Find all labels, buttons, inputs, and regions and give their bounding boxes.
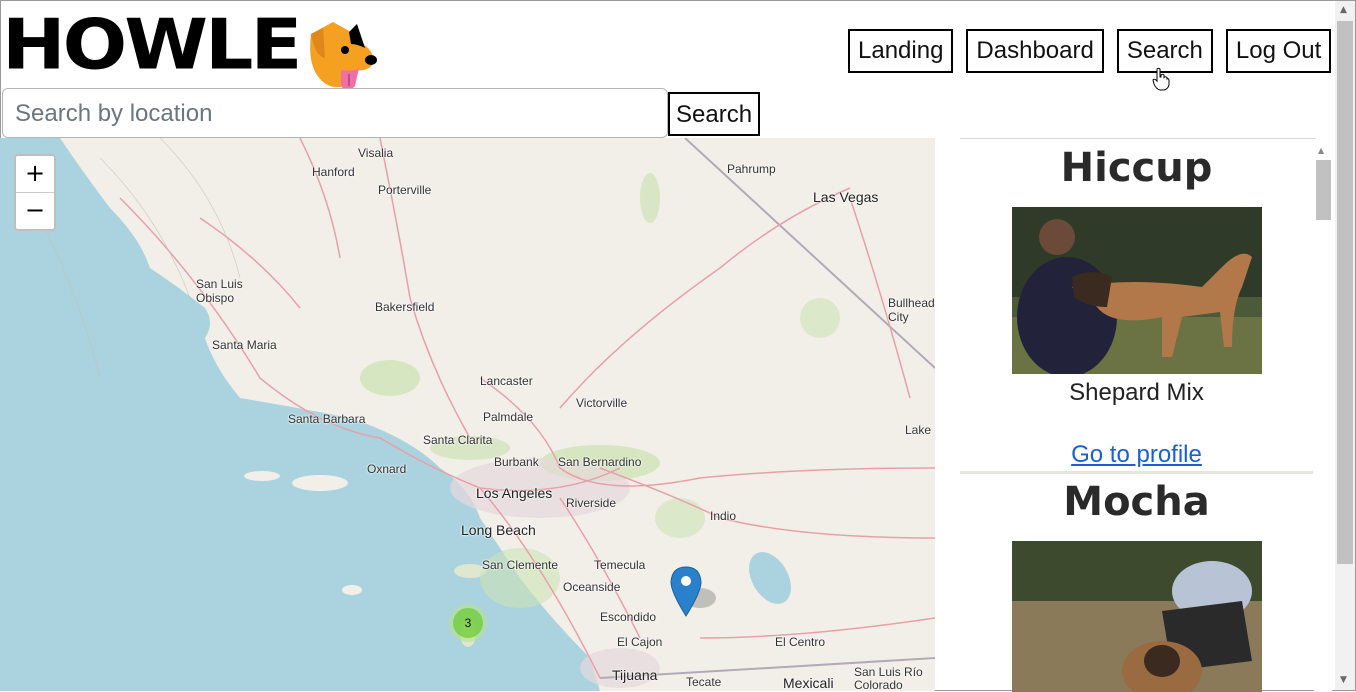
location-search-input[interactable]: Search by location [2,88,668,138]
map-label: Lake [905,423,932,437]
map-label: San Bernardino [558,455,642,469]
map-label: Bullhead City [888,296,935,324]
map-label: San Luis Río Colorado [854,665,923,692]
map-label: Riverside [566,496,617,510]
map-label: Lancaster [480,374,533,388]
map-pin-icon[interactable] [670,566,720,618]
dog-card-link: Go to profile [960,441,1313,469]
page-scroll-thumb[interactable] [1337,21,1353,564]
map-label: Victorville [576,396,628,410]
map-label: Hanford [312,165,355,179]
nav-dashboard-button[interactable]: Dashboard [966,29,1104,73]
map-label: Visalia [358,146,394,160]
map-label: San Clemente [482,558,559,572]
scroll-up-arrow-icon[interactable]: ▲ [1340,5,1347,15]
zoom-control: + − [14,154,56,231]
map-label: Burbank [494,455,539,469]
map-label: Bakersfield [375,300,435,314]
map-label: Santa Maria [212,338,277,352]
page-scrollbar[interactable]: ▲ ▼ [1335,1,1355,690]
howler-logo[interactable]: HOWLE [2,6,382,90]
map-label: Mexicali [783,675,834,691]
map-label: Escondido [600,610,657,624]
map-label: San Luis Obispo [196,277,243,305]
map-label: Temecula [594,558,646,572]
dog-name: Hiccup [1060,145,1213,191]
map-label: Oxnard [367,462,407,476]
map-label: Pahrump [727,162,776,176]
map-label: Porterville [378,183,432,197]
zoom-out-button[interactable]: − [16,193,54,229]
map-label: Tijuana [612,667,658,683]
map-label: Los Angeles [476,485,553,501]
marker-cluster[interactable]: 3 [449,604,487,642]
map-label: El Centro [775,635,826,649]
map-label: Las Vegas [813,189,879,205]
map-label: El Cajon [617,635,663,649]
map-label: Indio [710,509,737,523]
scroll-up-arrow-icon[interactable]: ▲ [1318,146,1324,155]
dog-photo[interactable] [1012,541,1262,692]
cluster-count: 3 [453,608,483,638]
scroll-down-arrow-icon[interactable]: ▼ [1340,675,1347,685]
logo-wordmark: HOWLE [2,3,302,86]
map-label: Long Beach [461,522,536,538]
map-label: Santa Clarita [423,433,493,447]
dog-card-details: Shepard Mix [960,379,1313,407]
dog-photo[interactable] [1012,207,1262,374]
dog-name: Mocha [1063,479,1210,525]
map-view[interactable]: + − Visalia Hanford Porterville Pahrump … [0,138,935,691]
map-label: Santa Barbara [288,412,366,426]
zoom-in-button[interactable]: + [16,156,54,193]
go-to-profile-link[interactable]: Go to profile [1071,441,1202,468]
map-label: Oceanside [563,580,621,594]
map-label: Palmdale [483,410,534,424]
dog-breed: Shepard Mix [1069,379,1204,406]
card-divider [960,471,1313,474]
dog-card: Hiccup [960,143,1313,193]
panel-scrollbar[interactable]: ▲ [1314,142,1332,691]
dog-head-icon [310,22,377,90]
dog-card: Mocha [960,477,1313,527]
hand-cursor-icon [1152,67,1170,91]
dog-results-panel[interactable]: Hiccup Shepard Mix Go to profile Mocha [960,138,1316,692]
top-nav: Landing Dashboard Search Log Out [848,29,1332,73]
location-search-button[interactable]: Search [668,92,760,136]
map-label: Tecate [686,675,722,689]
nav-logout-button[interactable]: Log Out [1225,29,1332,73]
nav-landing-button[interactable]: Landing [848,29,954,73]
panel-scroll-thumb[interactable] [1316,160,1331,220]
